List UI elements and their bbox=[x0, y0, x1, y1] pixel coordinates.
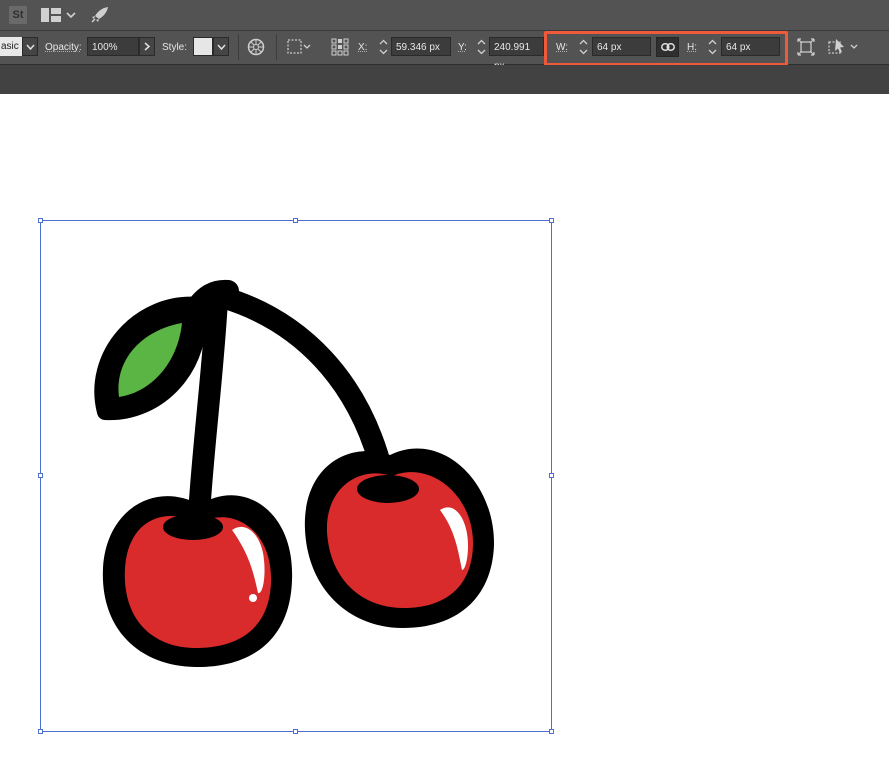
cherry-artwork[interactable] bbox=[0, 0, 889, 767]
right-cherry bbox=[304, 448, 495, 628]
cherry-leaf bbox=[94, 296, 207, 421]
left-cherry bbox=[102, 495, 293, 668]
